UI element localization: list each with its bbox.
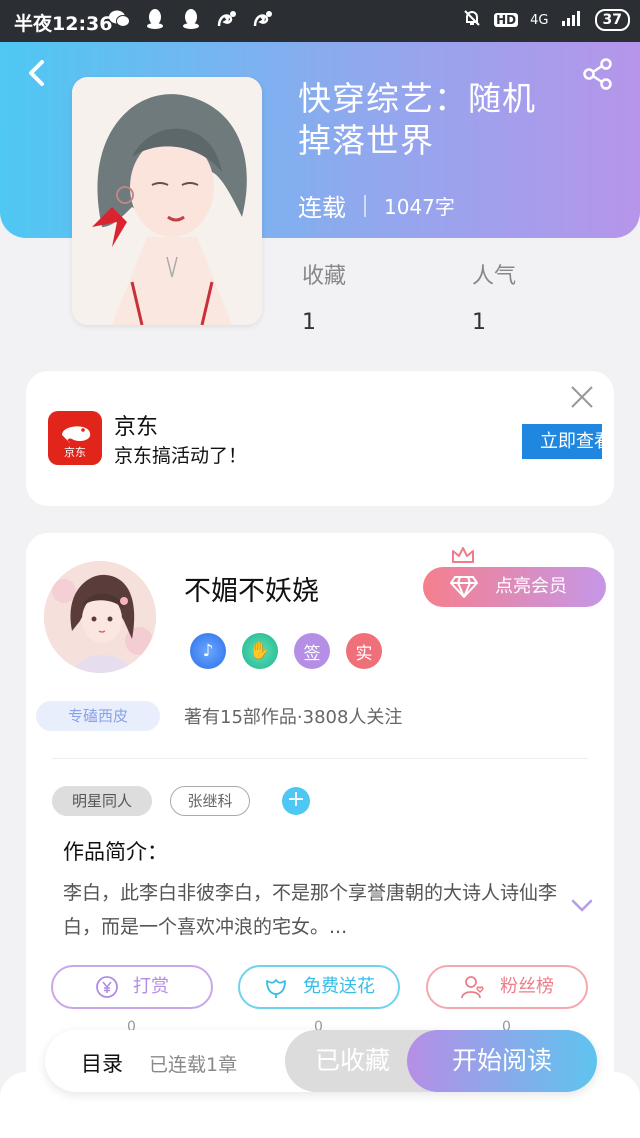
back-button[interactable]: [22, 56, 52, 90]
author-name[interactable]: 不媚不妖娆: [184, 569, 319, 608]
notification-icons: [108, 8, 274, 30]
signed-badge[interactable]: 签: [294, 633, 330, 669]
send-flower-button[interactable]: 免费送花: [238, 965, 400, 1009]
tag-chip[interactable]: 明星同人: [52, 786, 152, 816]
author-avatar[interactable]: [44, 561, 156, 673]
chevron-left-icon: [29, 60, 44, 86]
chapter-count[interactable]: 已连载1章: [149, 1050, 237, 1077]
status-time: 半夜12:36: [14, 13, 113, 35]
mute-bell-icon: [462, 8, 482, 32]
author-works-info: 著有15部作品·3808人关注: [184, 707, 403, 728]
stat-label: 收藏: [302, 264, 347, 289]
ad-card[interactable]: 京东 京东 京东搞活动了！ 立即查看: [26, 371, 614, 506]
chevron-down-icon: [571, 899, 593, 912]
qq-icon: [144, 8, 166, 30]
bottom-action-bar: 目录 已连载1章 已收藏 开始阅读: [45, 1030, 597, 1092]
verified-badge[interactable]: 实: [346, 633, 382, 669]
start-reading-button[interactable]: 开始阅读: [407, 1030, 597, 1092]
book-meta: 连载 1047字: [298, 188, 455, 223]
stat-value: 1: [472, 310, 486, 335]
add-tag-button[interactable]: +: [282, 787, 310, 815]
status-bar: 半夜12:36 HD 4G 37: [0, 0, 640, 42]
vip-button-label: 点亮会员: [495, 576, 567, 597]
reward-button[interactable]: 打赏: [51, 965, 213, 1009]
ad-cta-button[interactable]: 立即查看: [522, 424, 602, 459]
stat-value: 1: [302, 310, 316, 335]
fan-ranking-button[interactable]: 粉丝榜: [426, 965, 588, 1009]
ad-description: 京东搞活动了！: [114, 445, 248, 467]
fan-ranking-label: 粉丝榜: [500, 976, 554, 997]
flower-icon: [266, 979, 286, 998]
book-title: 快穿综艺：随机掉落世界: [298, 79, 536, 160]
book-cover-image[interactable]: [72, 77, 262, 325]
tag-chip[interactable]: 张继科: [170, 786, 250, 816]
qq-icon: [180, 8, 202, 30]
ad-app-name: 京东: [114, 415, 159, 440]
jd-logo: 京东: [48, 411, 102, 465]
meta-divider: [364, 194, 366, 217]
serial-status: 连载: [298, 194, 346, 222]
fan-user-icon: [461, 976, 484, 999]
expand-intro-button[interactable]: [571, 898, 593, 912]
intro-heading: 作品简介：: [63, 840, 168, 864]
share-button[interactable]: [580, 56, 616, 92]
crown-icon: [450, 545, 476, 565]
send-flower-label: 免费送花: [303, 976, 375, 997]
handshake-badge-icon[interactable]: ✋: [242, 633, 278, 669]
author-badges: ♪ ✋ 签 实: [190, 633, 382, 669]
intro-text: 李白，此李白非彼李白，不是那个享誉唐朝的大诗人诗仙李白，而是一个喜欢冲浪的宅女。…: [63, 882, 558, 938]
squirrel-app-icon: [216, 8, 238, 30]
battery-indicator: 37: [594, 9, 630, 31]
diamond-icon: [449, 574, 479, 600]
status-right: HD 4G 37: [462, 8, 630, 32]
yen-coin-icon: [96, 976, 118, 998]
music-badge-icon[interactable]: ♪: [190, 633, 226, 669]
wechat-icon: [108, 8, 130, 30]
signal-icon: [561, 10, 583, 30]
divider: [52, 758, 588, 759]
ad-close-button[interactable]: [569, 384, 595, 410]
network-type: 4G: [530, 12, 549, 28]
stat-label: 人气: [472, 264, 517, 289]
reward-label: 打赏: [133, 976, 169, 997]
word-count: 1047字: [384, 195, 455, 219]
close-icon: [571, 386, 593, 408]
vip-membership-button[interactable]: 点亮会员: [423, 567, 606, 607]
stat-popularity: 人气 1: [472, 258, 516, 335]
squirrel-app-icon: [252, 8, 274, 30]
share-icon: [583, 58, 612, 90]
toc-button[interactable]: 目录: [81, 1048, 123, 1078]
author-title-tag: 专磕西皮: [36, 701, 160, 731]
hd-badge: HD: [494, 13, 519, 27]
stat-favorites: 收藏 1: [302, 258, 346, 335]
svg-text:京东: 京东: [64, 445, 86, 459]
